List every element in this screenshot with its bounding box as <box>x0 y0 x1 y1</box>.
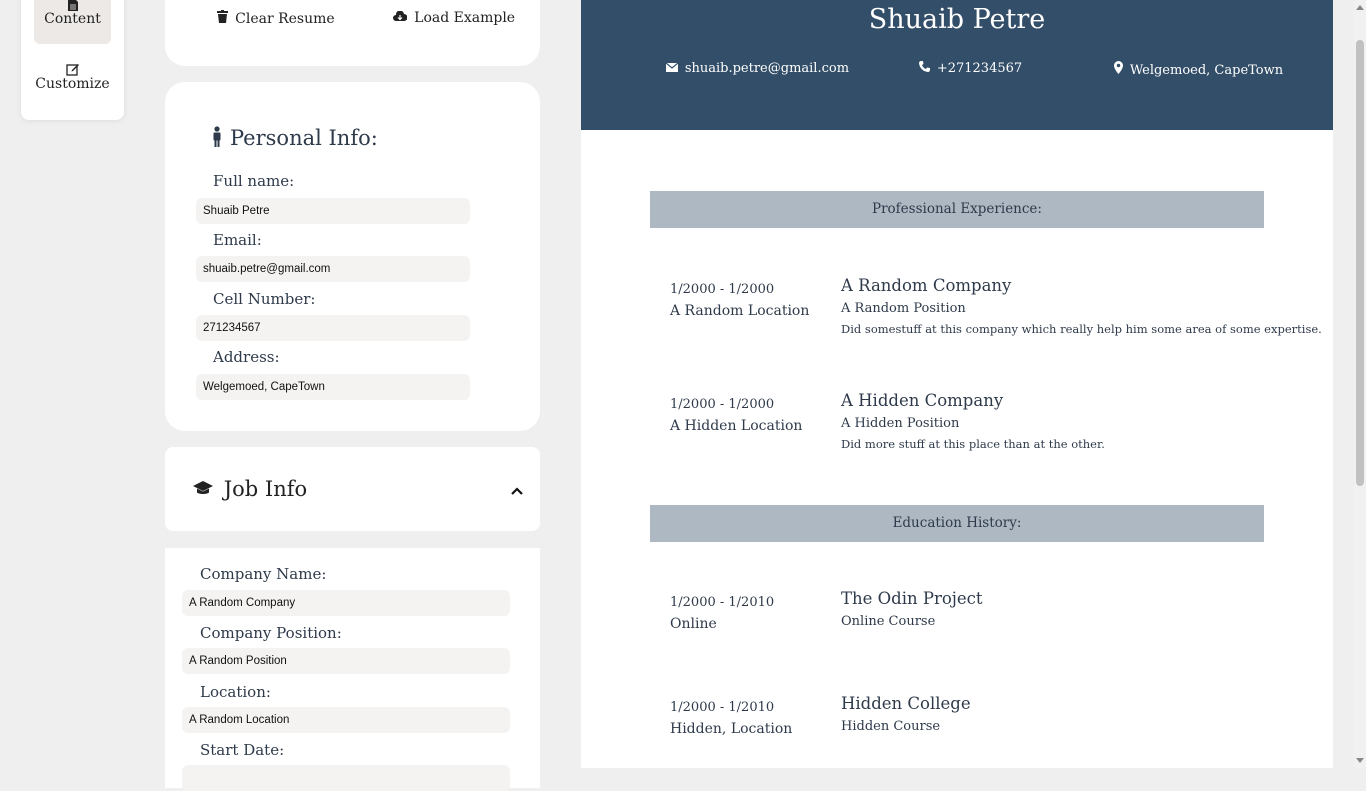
job-info-header[interactable]: Job Info <box>165 447 540 531</box>
education-school: Hidden College <box>841 694 971 713</box>
experience-heading: Professional Experience: <box>650 191 1264 228</box>
phone-icon <box>919 61 934 75</box>
experience-description: Did somestuff at this company which real… <box>841 322 1322 336</box>
experience-company: A Random Company <box>841 276 1012 295</box>
education-location: Online <box>670 616 717 632</box>
experience-description: Did more stuff at this place than at the… <box>841 437 1105 451</box>
address-label: Address: <box>213 348 280 366</box>
experience-dates: 1/2000 - 1/2000 <box>670 397 775 412</box>
scroll-up-arrow[interactable] <box>1356 5 1364 10</box>
trash-icon <box>217 10 232 27</box>
load-example-label: Load Example <box>414 10 516 26</box>
person-icon <box>212 126 222 153</box>
fullname-input[interactable] <box>196 198 470 224</box>
side-nav: Content Customize <box>21 0 124 120</box>
clear-resume-label: Clear Resume <box>235 11 335 27</box>
resume-address-text: Welgemoed, CapeTown <box>1129 63 1284 78</box>
resume-phone: +271234567 <box>919 61 1022 76</box>
education-dates: 1/2000 - 1/2010 <box>670 595 775 610</box>
job-info-heading: Job Info <box>192 477 307 501</box>
envelope-icon <box>665 61 682 75</box>
education-heading: Education History: <box>650 505 1264 542</box>
email-input[interactable] <box>196 256 470 282</box>
education-course: Hidden Course <box>841 719 941 734</box>
resume-preview: Shuaib Petre shuaib.petre@gmail.com +271… <box>581 0 1333 768</box>
start-date-input[interactable] <box>182 765 510 791</box>
company-position-input[interactable] <box>182 648 510 674</box>
page-scrollbar[interactable] <box>1354 0 1366 768</box>
edit-icon <box>34 56 111 76</box>
address-input[interactable] <box>196 374 470 400</box>
resume-email-text: shuaib.petre@gmail.com <box>684 61 850 76</box>
resume-name: Shuaib Petre <box>868 4 1046 35</box>
start-date-label: Start Date: <box>200 741 285 759</box>
education-location: Hidden, Location <box>670 721 793 737</box>
company-name-input[interactable] <box>182 590 510 616</box>
resume-address: Welgemoed, CapeTown <box>1114 61 1283 78</box>
load-example-button[interactable]: Load Example <box>393 10 515 26</box>
nav-content-button[interactable]: Content <box>34 0 111 44</box>
job-form-card: Company Name: Company Position: Location… <box>165 548 540 791</box>
scroll-thumb[interactable] <box>1356 40 1364 486</box>
company-position-label: Company Position: <box>200 624 342 642</box>
nav-content-label: Content <box>44 11 101 27</box>
resume-phone-text: +271234567 <box>936 61 1023 76</box>
personal-info-heading: Personal Info: <box>212 126 378 153</box>
fullname-label: Full name: <box>213 172 295 190</box>
personal-info-card: Personal Info: Full name: Email: Cell Nu… <box>165 82 540 431</box>
chevron-up-icon[interactable] <box>510 481 526 495</box>
location-input[interactable] <box>182 707 510 733</box>
cloud-download-icon <box>393 10 411 26</box>
nav-customize-button[interactable]: Customize <box>34 56 111 108</box>
scroll-down-arrow[interactable] <box>1356 758 1364 763</box>
personal-info-title: Personal Info: <box>230 126 378 150</box>
cell-number-input[interactable] <box>196 315 470 341</box>
experience-company: A Hidden Company <box>841 391 1004 410</box>
map-marker-icon <box>1114 61 1127 77</box>
toolbar-card: Clear Resume Load Example <box>165 0 540 66</box>
experience-location: A Random Location <box>670 303 810 319</box>
experience-location: A Hidden Location <box>670 418 803 434</box>
education-school: The Odin Project <box>841 589 983 608</box>
resume-header: Shuaib Petre shuaib.petre@gmail.com +271… <box>581 0 1333 130</box>
experience-dates: 1/2000 - 1/2000 <box>670 282 775 297</box>
education-course: Online Course <box>841 614 936 629</box>
resume-email: shuaib.petre@gmail.com <box>665 61 850 76</box>
job-info-title: Job Info <box>223 477 308 501</box>
graduation-cap-icon <box>192 480 220 501</box>
location-label: Location: <box>200 683 271 701</box>
nav-customize-label: Customize <box>35 76 110 92</box>
clear-resume-button[interactable]: Clear Resume <box>217 10 335 27</box>
experience-position: A Hidden Position <box>841 416 960 431</box>
experience-position: A Random Position <box>841 301 966 316</box>
education-dates: 1/2000 - 1/2010 <box>670 700 775 715</box>
file-icon <box>34 0 111 11</box>
email-label: Email: <box>213 231 262 249</box>
company-name-label: Company Name: <box>200 565 327 583</box>
cell-number-label: Cell Number: <box>213 290 316 308</box>
